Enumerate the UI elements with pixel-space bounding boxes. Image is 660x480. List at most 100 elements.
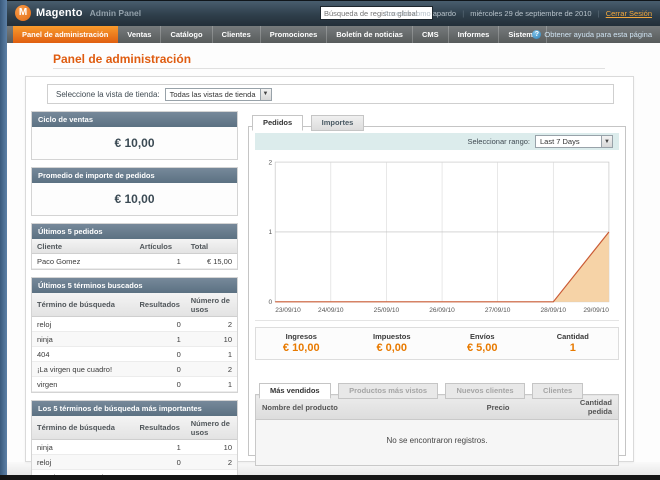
col-termino: Término de búsqueda	[32, 293, 135, 317]
y-tick-label: 2	[269, 159, 273, 166]
table-row[interactable]: reloj 0 2	[32, 316, 237, 332]
help-link[interactable]: ? Obtener ayuda para esta página	[532, 26, 652, 43]
table-row[interactable]: ninja 1 10	[32, 331, 237, 347]
table-row[interactable]: 404 0 1	[32, 346, 237, 362]
col-total: Total	[185, 239, 237, 254]
last-orders-box: Últimos 5 pedidos Cliente Artículos Tota…	[31, 223, 238, 270]
tab-mas-vendidos[interactable]: Más vendidos	[259, 383, 331, 399]
table-header-row: Término de búsqueda Resultados Número de…	[32, 416, 237, 440]
empty-message: No se encontraron registros.	[255, 419, 619, 466]
col-usos: Número de usos	[185, 416, 237, 440]
tab-pedidos[interactable]: Pedidos	[252, 115, 304, 131]
x-tick-label: 26/09/10	[429, 307, 455, 314]
range-bar: Seleccionar rango: Last 7 Days ▼	[255, 133, 619, 150]
table-header-row: Cliente Artículos Total	[32, 239, 237, 254]
store-switcher-label: Seleccione la vista de tienda:	[56, 89, 160, 99]
user-info: Accedió como apardo | miércoles 29 de se…	[383, 9, 652, 18]
table-row[interactable]: virgen 0 1	[32, 376, 237, 392]
nav-item-boletin[interactable]: Boletín de noticias	[327, 26, 413, 43]
nav-item-informes[interactable]: Informes	[449, 26, 500, 43]
chart-tabs: Pedidos Importes	[248, 112, 626, 131]
last-search-box: Últimos 5 términos buscados Término de b…	[31, 277, 238, 393]
range-select[interactable]: Last 7 Days ▼	[535, 135, 613, 148]
magento-logo-icon: M	[15, 5, 31, 21]
col-resultados: Resultados	[134, 416, 186, 440]
stat-ingresos: Ingresos € 10,00	[282, 332, 320, 354]
magento-logo[interactable]: M Magento Admin Panel	[15, 5, 141, 21]
store-view-value: Todas las vistas de tienda	[169, 89, 256, 99]
average-orders-box: Promedio de importe de pedidos € 10,00	[31, 167, 238, 216]
dashboard-main: Pedidos Importes Seleccionar rango: Last…	[248, 112, 626, 466]
x-tick-label: 23/09/10	[275, 307, 301, 314]
table-row[interactable]: ninja 1 10	[32, 439, 237, 455]
title-divider	[53, 68, 605, 69]
table-row[interactable]: Paco Gomez 1 € 15,00	[32, 253, 237, 269]
lifetime-sales-box: Ciclo de ventas € 10,00	[31, 111, 238, 160]
lifetime-sales-title: Ciclo de ventas	[32, 112, 237, 127]
col-cliente: Cliente	[32, 239, 135, 254]
grid-tabs: Más vendidos Productos más vistos Nuevos…	[255, 380, 619, 399]
chevron-down-icon: ▼	[259, 88, 271, 100]
range-label: Seleccionar rango:	[467, 137, 530, 146]
nav-item-cms[interactable]: CMS	[413, 26, 449, 43]
logged-in-as: Accedió como apardo	[383, 9, 457, 18]
col-usos: Número de usos	[185, 293, 237, 317]
table-header-row: Término de búsqueda Resultados Número de…	[32, 293, 237, 317]
y-tick-label: 0	[269, 299, 273, 306]
chart-panel: Seleccionar rango: Last 7 Days ▼ 23/09/1…	[248, 126, 626, 466]
logout-link[interactable]: Cerrar Sesión	[606, 9, 652, 18]
x-tick-label: 28/09/10	[541, 307, 567, 314]
table-row[interactable]: ¡La virgen que cuadro!02	[32, 361, 237, 377]
nav-item-dashboard[interactable]: Panel de administración	[13, 26, 119, 43]
empty-row: No se encontraron registros.	[255, 419, 619, 466]
help-label: Obtener ayuda para esta página	[544, 30, 652, 39]
nav-item-ventas[interactable]: Ventas	[118, 26, 162, 43]
tab-productos-mas-vistos[interactable]: Productos más vistos	[338, 383, 439, 399]
window-left-strip	[0, 0, 7, 480]
tab-importes[interactable]: Importes	[310, 115, 365, 131]
window-bottom-strip	[0, 475, 660, 480]
tab-clientes[interactable]: Clientes	[532, 383, 584, 399]
nav-item-catalogo[interactable]: Catálogo	[161, 26, 213, 43]
logo-suffix: Admin Panel	[89, 8, 142, 18]
average-orders-value: € 10,00	[32, 183, 237, 215]
chart-divider	[255, 320, 619, 321]
last-orders-table: Cliente Artículos Total Paco Gomez 1 € 15,…	[32, 239, 237, 269]
last-search-title: Últimos 5 términos buscados	[32, 278, 237, 293]
col-resultados: Resultados	[134, 293, 186, 317]
bestsellers-table: Nombre del producto Precio Cantidad pedi…	[255, 394, 619, 466]
logo-text: Magento	[36, 7, 83, 19]
stat-envios: Envíos € 5,00	[466, 332, 498, 354]
orders-chart: 23/09/10 24/09/10 25/09/10 26/09/10 27/09/10…	[257, 156, 617, 316]
nav-items: Panel de administración Ventas Catálogo …	[13, 26, 548, 43]
chevron-down-icon: ▼	[601, 136, 612, 147]
store-switcher: Seleccione la vista de tienda: Todas las…	[47, 84, 614, 104]
nav-item-promociones[interactable]: Promociones	[261, 26, 328, 43]
dashboard-sidebar: Ciclo de ventas € 10,00 Promedio de impo…	[31, 111, 238, 480]
x-tick-label: 29/09/10	[583, 307, 609, 314]
nav-item-clientes[interactable]: Clientes	[213, 26, 261, 43]
current-date: miércoles 29 de septiembre de 2010	[470, 9, 592, 18]
last-orders-title: Últimos 5 pedidos	[32, 224, 237, 239]
average-orders-title: Promedio de importe de pedidos	[32, 168, 237, 183]
x-tick-label: 25/09/10	[374, 307, 400, 314]
lifetime-sales-value: € 10,00	[32, 127, 237, 159]
top-search-table: Término de búsqueda Resultados Número de…	[32, 416, 237, 480]
stat-cantidad: Cantidad 1	[556, 332, 589, 354]
table-row[interactable]: reloj 0 2	[32, 454, 237, 470]
top-search-title: Los 5 términos de búsqueda más important…	[32, 401, 237, 416]
x-tick-label: 24/09/10	[318, 307, 344, 314]
orders-chart-svg: 23/09/10 24/09/10 25/09/10 26/09/10 27/09/10…	[269, 159, 610, 314]
store-view-select[interactable]: Todas las vistas de tienda ▼	[164, 87, 272, 101]
tab-nuevos-clientes[interactable]: Nuevos clientes	[445, 383, 525, 399]
help-icon: ?	[532, 30, 542, 39]
y-tick-label: 1	[269, 229, 273, 236]
stat-impuestos: Impuestos € 0,00	[372, 332, 411, 354]
main-nav: Panel de administración Ventas Catálogo …	[7, 26, 660, 43]
top-search-box: Los 5 términos de búsqueda más important…	[31, 400, 238, 480]
x-tick-label: 27/09/10	[485, 307, 511, 314]
admin-header: M Magento Admin Panel Accedió como apard…	[7, 0, 660, 26]
totals-bar: Ingresos € 10,00 Impuestos € 0,00 Envíos…	[255, 327, 619, 360]
page-title: Panel de administración	[53, 52, 192, 66]
last-search-table: Término de búsqueda Resultados Número de…	[32, 293, 237, 392]
